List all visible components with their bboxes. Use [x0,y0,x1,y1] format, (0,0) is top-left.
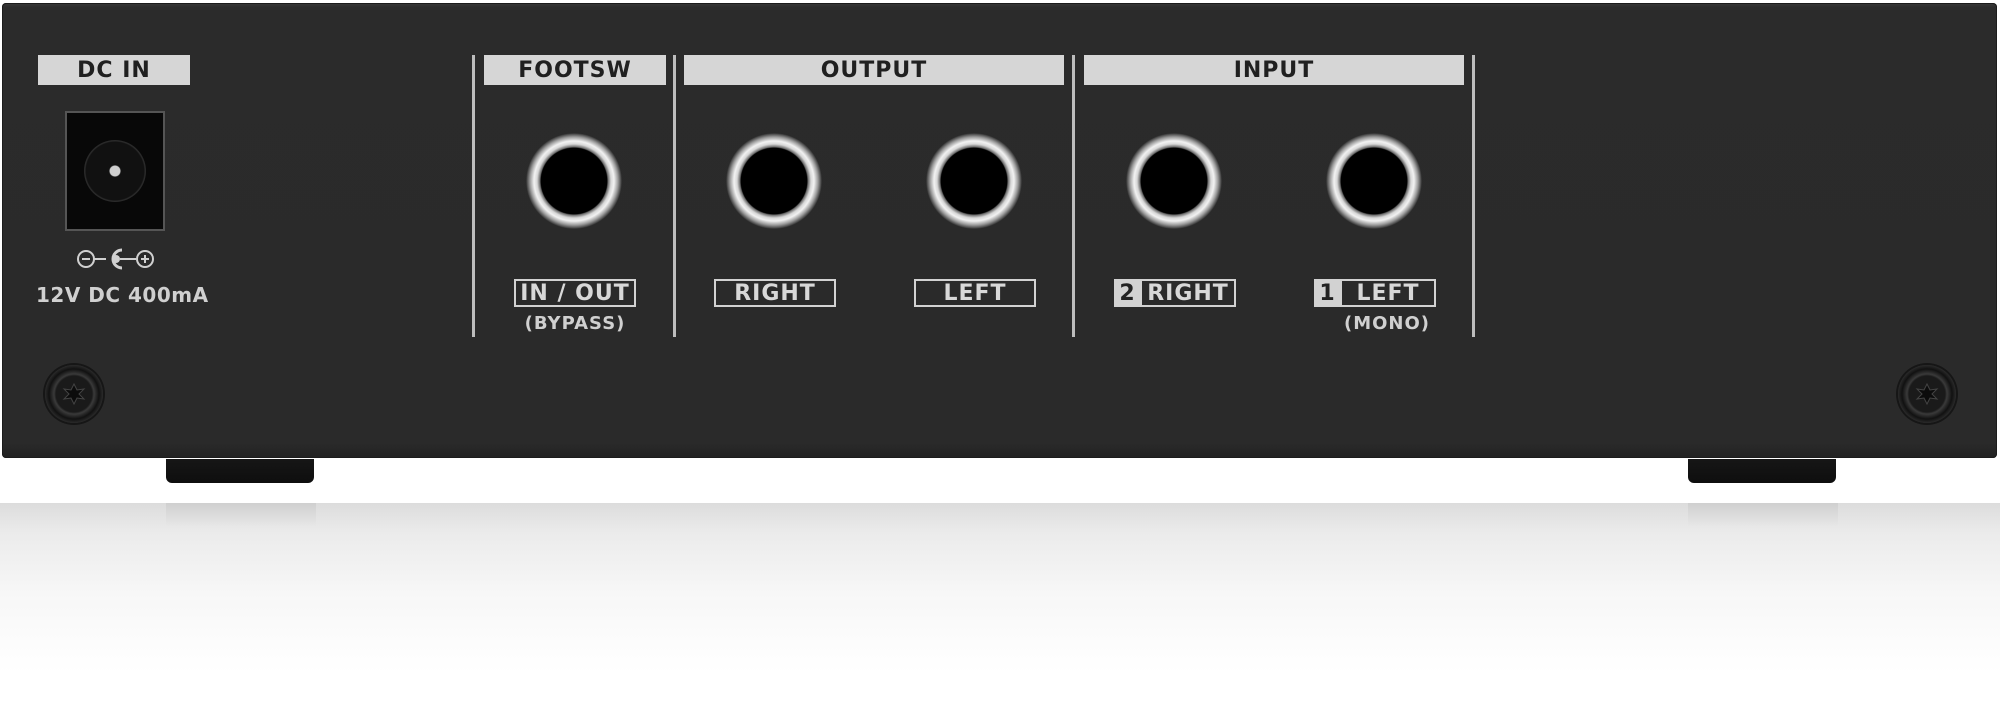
input-left-jack[interactable] [1326,133,1422,229]
input-right-label: RIGHT [1140,279,1236,307]
output-title: OUTPUT [684,55,1064,85]
table-reflection [0,503,2000,727]
input-2-number-badge: 2 [1114,279,1140,307]
input-mono-label: (MONO) [1343,313,1431,334]
section-divider [472,55,475,337]
screw-left [45,365,103,423]
foot-reflection-left [166,503,316,527]
foot-reflection-right [1688,503,1838,527]
footsw-title: FOOTSW [484,55,666,85]
dc-polarity-icon [77,248,154,270]
dc-spec-label: 12V DC 400mA [36,283,209,307]
output-left-label: LEFT [914,279,1036,307]
section-divider [1472,55,1475,337]
torx-screw-icon [1915,382,1939,406]
footswitch-jack-label: IN / OUT [514,279,636,307]
footswitch-bypass-label: (BYPASS) [524,313,626,334]
output-right-jack[interactable] [726,133,822,229]
rubber-foot-left [166,459,314,483]
input-1-number-badge: 1 [1314,279,1340,307]
screw-right [1898,365,1956,423]
section-divider [1072,55,1075,337]
rear-panel: DC IN 12V DC 400mA FOOTSW IN / OUT (BYPA… [2,3,1997,458]
torx-screw-icon [62,382,86,406]
dc-in-title: DC IN [38,55,190,85]
input-title: INPUT [1084,55,1464,85]
output-left-jack[interactable] [926,133,1022,229]
section-divider [673,55,676,337]
footswitch-jack[interactable] [526,133,622,229]
dc-power-socket[interactable] [65,111,165,231]
output-right-label: RIGHT [714,279,836,307]
input-right-jack[interactable] [1126,133,1222,229]
dc-socket-pin [84,140,146,202]
rubber-foot-right [1688,459,1836,483]
input-left-label: LEFT [1340,279,1436,307]
